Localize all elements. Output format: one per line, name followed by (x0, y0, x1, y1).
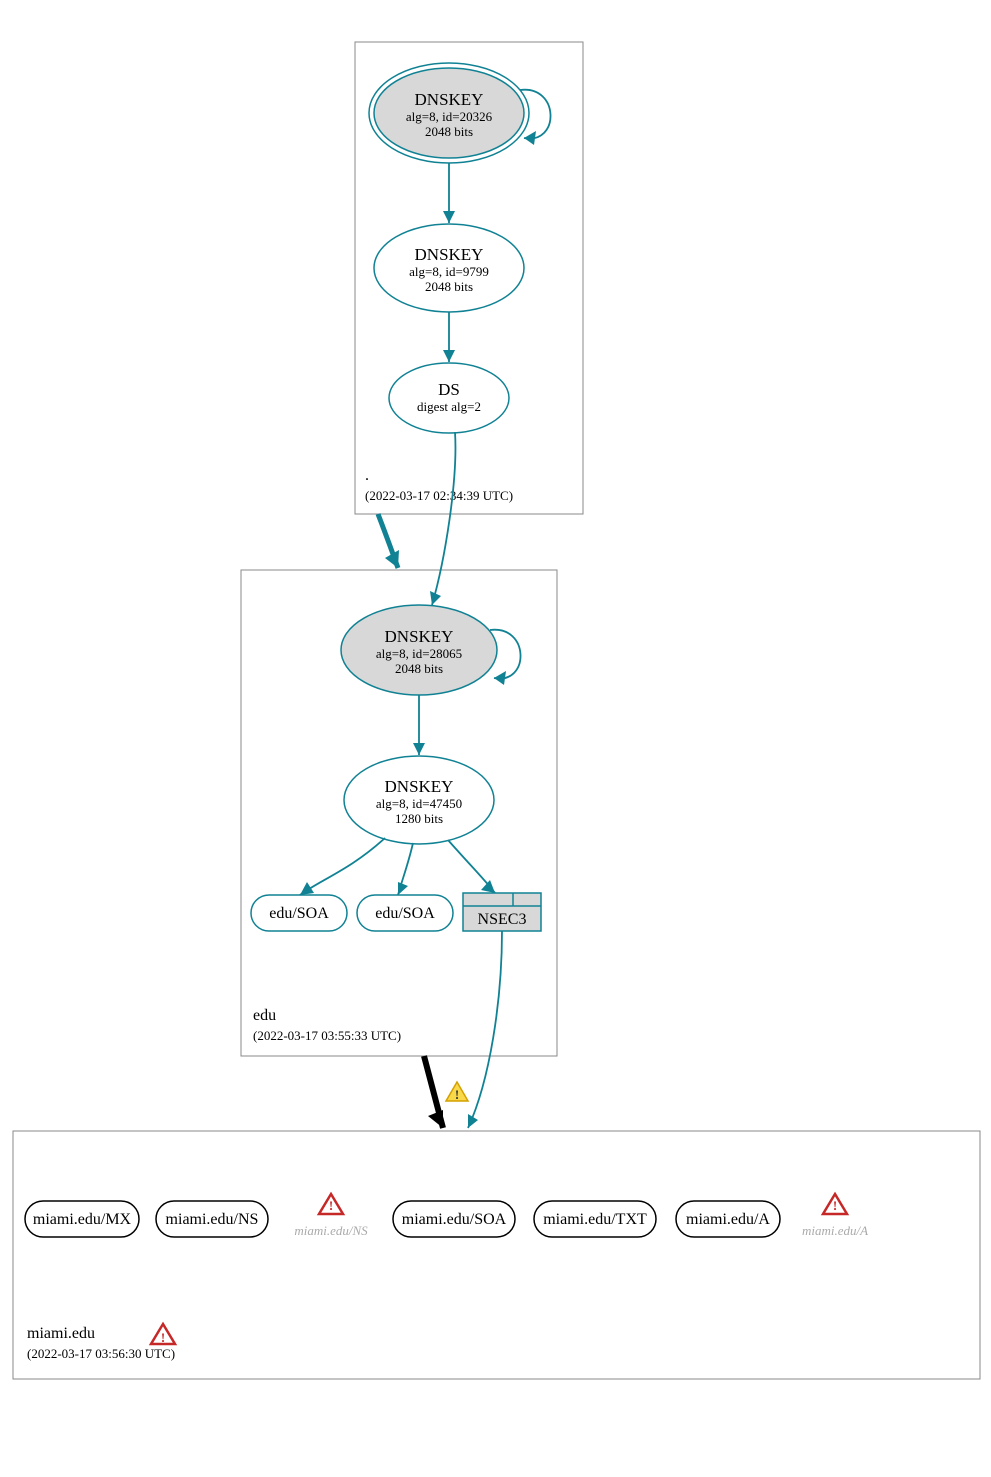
svg-text:NSEC3: NSEC3 (478, 911, 527, 928)
edu-nsec3[interactable]: NSEC3 (463, 893, 541, 931)
svg-text:!: ! (455, 1087, 459, 1102)
zone-miami-timestamp: (2022-03-17 03:56:30 UTC) (27, 1346, 175, 1361)
svg-text:DNSKEY: DNSKEY (415, 90, 484, 109)
root-dnskey1[interactable]: DNSKEY alg=8, id=20326 2048 bits (369, 63, 529, 163)
svg-text:miami.edu/SOA: miami.edu/SOA (402, 1211, 507, 1228)
edu-dnskey1[interactable]: DNSKEY alg=8, id=28065 2048 bits (341, 605, 497, 695)
svg-text:2048 bits: 2048 bits (395, 661, 443, 676)
edge-ds-to-edu-dnskey1 (432, 432, 455, 605)
svg-text:DS: DS (438, 380, 460, 399)
warning-icon: ! (446, 1082, 468, 1102)
svg-text:!: ! (833, 1198, 837, 1213)
svg-text:miami.edu/A: miami.edu/A (686, 1211, 770, 1228)
svg-text:1280 bits: 1280 bits (395, 811, 443, 826)
svg-text:alg=8, id=28065: alg=8, id=28065 (376, 646, 462, 661)
edu-dnskey2[interactable]: DNSKEY alg=8, id=47450 1280 bits (344, 756, 494, 844)
svg-text:edu/SOA: edu/SOA (269, 905, 329, 922)
miami-mx[interactable]: miami.edu/MX (25, 1201, 139, 1237)
svg-text:digest alg=2: digest alg=2 (417, 399, 481, 414)
svg-text:!: ! (161, 1330, 165, 1345)
svg-text:miami.edu/A: miami.edu/A (802, 1223, 868, 1238)
svg-text:DNSKEY: DNSKEY (385, 777, 454, 796)
root-ds[interactable]: DS digest alg=2 (389, 363, 509, 433)
root-dnskey2[interactable]: DNSKEY alg=8, id=9799 2048 bits (374, 224, 524, 312)
svg-text:2048 bits: 2048 bits (425, 124, 473, 139)
miami-ns-warning: ! miami.edu/NS (294, 1194, 368, 1238)
miami-a[interactable]: miami.edu/A (676, 1201, 780, 1237)
zone-root-timestamp: (2022-03-17 02:34:39 UTC) (365, 488, 513, 503)
svg-text:!: ! (329, 1198, 333, 1213)
svg-text:edu/SOA: edu/SOA (375, 905, 435, 922)
svg-text:miami.edu/MX: miami.edu/MX (33, 1211, 132, 1228)
svg-text:2048 bits: 2048 bits (425, 279, 473, 294)
svg-text:alg=8, id=9799: alg=8, id=9799 (409, 264, 489, 279)
edge-nsec3-to-miami (468, 931, 502, 1128)
svg-text:miami.edu/TXT: miami.edu/TXT (543, 1211, 647, 1228)
edge-edu-dnskey2-soa1 (300, 838, 385, 895)
svg-text:alg=8, id=20326: alg=8, id=20326 (406, 109, 493, 124)
miami-ns[interactable]: miami.edu/NS (156, 1201, 268, 1237)
svg-text:miami.edu/NS: miami.edu/NS (294, 1223, 368, 1238)
svg-text:miami.edu/NS: miami.edu/NS (166, 1211, 259, 1228)
svg-text:DNSKEY: DNSKEY (415, 245, 484, 264)
edu-soa2[interactable]: edu/SOA (357, 895, 453, 931)
miami-txt[interactable]: miami.edu/TXT (534, 1201, 656, 1237)
svg-text:DNSKEY: DNSKEY (385, 627, 454, 646)
zone-edu-timestamp: (2022-03-17 03:55:33 UTC) (253, 1028, 401, 1043)
miami-zone-error-icon: ! (151, 1324, 175, 1345)
miami-soa[interactable]: miami.edu/SOA (393, 1201, 515, 1237)
zone-edu-name: edu (253, 1007, 276, 1024)
svg-text:alg=8, id=47450: alg=8, id=47450 (376, 796, 462, 811)
zone-miami-name: miami.edu (27, 1325, 95, 1342)
zone-root-name: . (365, 467, 369, 484)
edu-soa1[interactable]: edu/SOA (251, 895, 347, 931)
zone-miami-box (13, 1131, 980, 1379)
miami-a-warning: ! miami.edu/A (802, 1194, 868, 1238)
